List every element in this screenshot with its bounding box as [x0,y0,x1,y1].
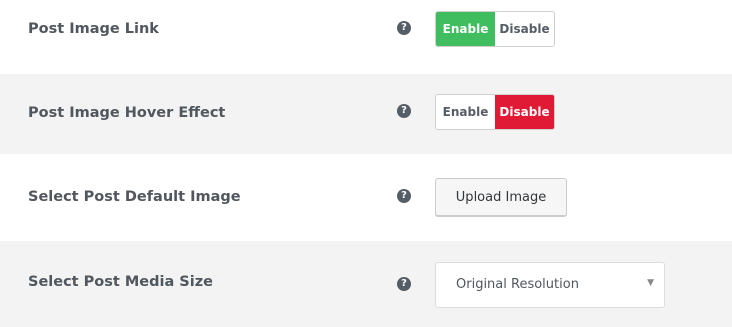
caret-down-icon: ▼ [647,278,654,288]
enable-option[interactable]: Enable [436,95,495,129]
question-circle-icon[interactable]: ? [397,104,411,118]
setting-label: Select Post Media Size [28,274,213,290]
question-circle-icon[interactable]: ? [397,189,411,203]
setting-row-post-default-image: Select Post Default Image ? Upload Image [0,154,732,241]
setting-label: Post Image Hover Effect [28,105,226,121]
upload-image-button[interactable]: Upload Image [435,178,567,216]
question-circle-icon[interactable]: ? [397,21,411,35]
setting-row-post-image-hover-effect: Post Image Hover Effect ? Enable Disable [0,74,732,154]
post-image-hover-effect-toggle: Enable Disable [435,94,555,130]
disable-option[interactable]: Disable [495,95,554,129]
post-image-link-toggle: Enable Disable [435,11,555,47]
media-size-value: Original Resolution [456,277,579,292]
enable-option[interactable]: Enable [436,12,495,46]
setting-row-post-media-size: Select Post Media Size ? Original Resolu… [0,241,732,327]
setting-label: Post Image Link [28,21,159,37]
question-circle-icon[interactable]: ? [397,277,411,291]
setting-label: Select Post Default Image [28,189,241,205]
setting-row-post-image-link: Post Image Link ? Enable Disable [0,0,732,74]
media-size-select[interactable]: Original Resolution ▼ [435,262,665,308]
disable-option[interactable]: Disable [495,12,554,46]
settings-panel: Post Image Link ? Enable Disable Post Im… [0,0,732,327]
